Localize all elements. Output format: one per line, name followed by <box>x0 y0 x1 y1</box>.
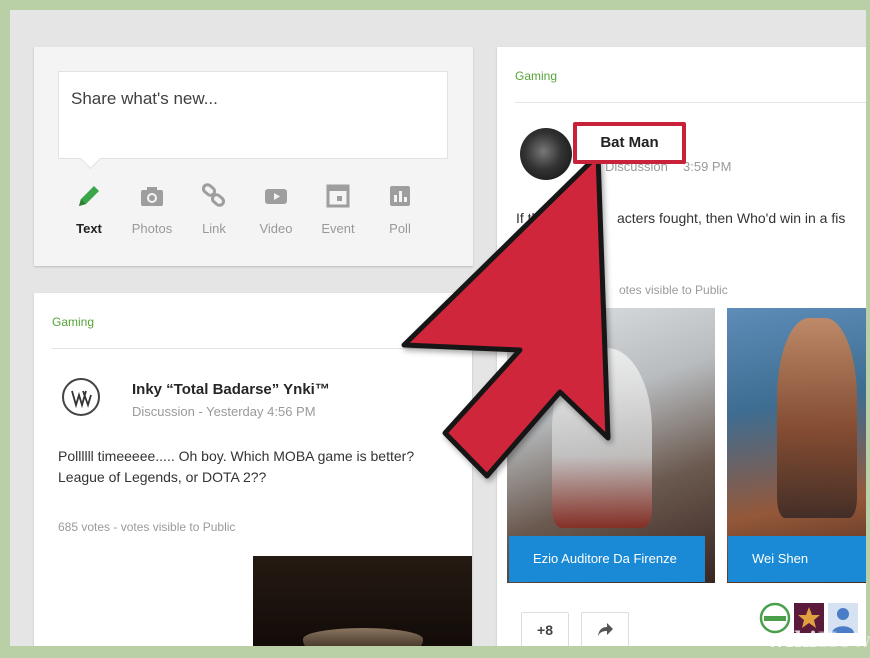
community-label[interactable]: Gaming <box>515 69 557 83</box>
watermark-tail: How <box>817 627 870 652</box>
share-arrow-icon <box>598 623 613 636</box>
poll-option-image[interactable] <box>253 556 472 646</box>
highlighted-author-name[interactable]: Bat Man <box>573 122 686 164</box>
share-input[interactable]: Share what's new... <box>58 71 448 159</box>
post-text-partial: acters fought, then Who'd win in a fis <box>617 210 846 226</box>
post-text-prefix: If the <box>516 210 548 226</box>
divider <box>52 348 472 349</box>
community-label[interactable]: Gaming <box>52 315 94 329</box>
share-option-poll[interactable]: Poll <box>370 181 430 236</box>
poll-option-label[interactable]: Ezio Auditore Da Firenze <box>509 536 705 582</box>
share-option-label: Video <box>259 221 293 236</box>
post-author[interactable]: Inky “Total Badarse” Ynki™ <box>132 381 330 398</box>
ward-logo-icon <box>71 390 92 409</box>
link-icon <box>201 183 226 207</box>
share-option-text[interactable]: Text <box>59 181 119 236</box>
poll-option-label[interactable]: Wei Shen <box>728 536 866 582</box>
avatar[interactable] <box>520 128 572 180</box>
post-text-line: fi <box>516 231 523 247</box>
watermark-main: wiki <box>767 627 818 652</box>
post-meta: Discussion - Yesterday 4:56 PM <box>132 404 316 419</box>
post-card-left: Gaming Inky “Total Badarse” Ynki™ Discus… <box>34 293 472 646</box>
share-option-label: Link <box>202 221 226 236</box>
divider <box>515 102 866 103</box>
plus-one-button[interactable]: +8 <box>521 612 569 646</box>
watermark: wikiHow <box>767 627 870 652</box>
votes-info: 685 votes - votes visible to Public <box>58 520 236 534</box>
share-option-label: Event <box>321 221 355 236</box>
share-option-video[interactable]: Video <box>246 181 306 236</box>
event-icon <box>326 184 350 208</box>
video-icon <box>265 189 287 204</box>
avatar[interactable] <box>62 378 100 416</box>
share-option-label: Photos <box>131 221 173 236</box>
post-text-line: League of Legends, or DOTA 2?? <box>58 469 267 485</box>
share-button[interactable] <box>581 612 629 646</box>
poll-icon <box>390 186 410 206</box>
camera-icon <box>141 187 163 206</box>
share-option-label: Poll <box>389 221 411 236</box>
share-box: Share what's new... Text Photos Link Vid… <box>34 47 473 266</box>
image-content <box>552 348 652 528</box>
screenshot-frame: Share what's new... Text Photos Link Vid… <box>10 10 866 646</box>
votes-info-partial: otes visible to Public <box>619 283 728 297</box>
post-time: 3:59 PM <box>683 159 732 174</box>
share-option-photos[interactable]: Photos <box>122 181 182 236</box>
share-option-label: Text <box>76 221 102 236</box>
share-option-link[interactable]: Link <box>184 181 244 236</box>
post-text-line: Pollllll timeeeee..... Oh boy. Which MOB… <box>58 448 415 464</box>
image-content <box>303 628 423 646</box>
share-option-event[interactable]: Event <box>308 181 368 236</box>
pencil-icon <box>79 186 99 206</box>
image-content <box>777 318 857 518</box>
